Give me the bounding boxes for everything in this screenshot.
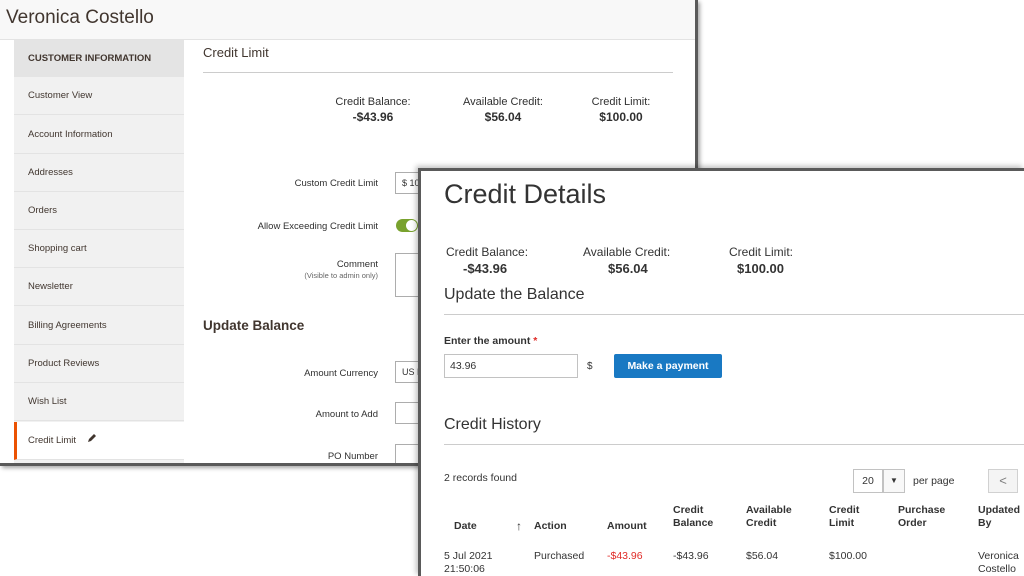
sidebar-item-credit-limit[interactable]: Credit Limit xyxy=(14,422,184,460)
column-header-credit-balance: Credit Balance xyxy=(673,504,714,529)
comment-sublabel: (Visible to admin only) xyxy=(304,271,378,280)
amount-currency-label: Amount Currency xyxy=(304,368,378,379)
per-page-label: per page xyxy=(913,475,955,487)
table-row-date: 5 Jul 2021 21:50:06 xyxy=(444,550,493,575)
sidebar-item-wish-list[interactable]: Wish List xyxy=(14,383,184,421)
sidebar-item-billing-agreements[interactable]: Billing Agreements xyxy=(14,307,184,345)
po-number-label: PO Number xyxy=(327,451,378,462)
page-size-dropdown-icon[interactable]: ▼ xyxy=(883,469,905,493)
admin-header: Veronica Costello xyxy=(0,0,695,40)
credit-history-heading: Credit History xyxy=(444,416,541,433)
amount-label: Enter the amount * xyxy=(444,335,537,347)
comment-label: Comment xyxy=(336,259,378,270)
update-balance-title: Update Balance xyxy=(203,318,305,333)
update-balance-divider xyxy=(444,314,1024,315)
sidebar-item-account-information[interactable]: Account Information xyxy=(14,116,184,154)
sidebar-title: CUSTOMER INFORMATION xyxy=(14,40,184,77)
table-row-credit-limit: $100.00 xyxy=(829,550,867,562)
records-found-count: 2 records found xyxy=(444,472,517,484)
amount-label-text: Enter the amount xyxy=(444,335,531,347)
customer-name-title: Veronica Costello xyxy=(6,7,154,28)
available-credit-label: Available Credit: xyxy=(463,96,543,108)
available-credit-value: $56.04 xyxy=(608,261,648,276)
credit-limit-value: $100.00 xyxy=(599,110,643,124)
credit-limit-label: Credit Limit: xyxy=(591,96,651,108)
sidebar-item-customer-view[interactable]: Customer View xyxy=(14,77,184,115)
required-mark: * xyxy=(533,335,538,347)
column-header-action: Action xyxy=(534,520,567,532)
sidebar-item-product-reviews[interactable]: Product Reviews xyxy=(14,345,184,383)
amount-to-add-label: Amount to Add xyxy=(315,409,378,420)
table-row-action: Purchased xyxy=(534,550,585,562)
table-row-amount: -$43.96 xyxy=(607,550,643,562)
page-size-select[interactable]: 20 xyxy=(853,469,883,493)
sort-ascending-icon[interactable]: ↑ xyxy=(516,519,522,533)
allow-exceeding-label: Allow Exceeding Credit Limit xyxy=(257,221,378,232)
section-title: Credit Limit xyxy=(203,45,269,60)
sidebar-item-orders[interactable]: Orders xyxy=(14,192,184,230)
sidebar-item-label: Credit Limit xyxy=(28,435,77,446)
credit-history-divider xyxy=(444,444,1024,445)
currency-symbol: $ xyxy=(587,361,593,372)
column-header-available-credit: Available Credit xyxy=(746,504,792,529)
previous-page-button[interactable]: < xyxy=(988,469,1018,493)
column-header-credit-limit: Credit Limit xyxy=(829,504,860,529)
customer-info-sidebar: CUSTOMER INFORMATION Customer View Accou… xyxy=(14,40,184,463)
custom-credit-limit-label: Custom Credit Limit xyxy=(294,178,378,189)
update-balance-heading: Update the Balance xyxy=(444,286,585,303)
amount-input[interactable]: 43.96 xyxy=(444,354,578,378)
available-credit-label: Available Credit: xyxy=(583,245,671,259)
credit-limit-label: Credit Limit: xyxy=(729,245,794,259)
table-row-updated-by: Veronica Costello xyxy=(978,550,1019,575)
column-header-date[interactable]: Date xyxy=(454,520,477,533)
sidebar-item-addresses[interactable]: Addresses xyxy=(14,154,184,192)
table-row-credit-balance: -$43.96 xyxy=(673,550,709,562)
sidebar-item-newsletter[interactable]: Newsletter xyxy=(14,268,184,306)
column-header-amount: Amount xyxy=(607,520,647,532)
page-title: Credit Details xyxy=(444,179,607,209)
pencil-icon xyxy=(87,422,97,460)
sidebar-item-shopping-cart[interactable]: Shopping cart xyxy=(14,230,184,268)
make-payment-button[interactable]: Make a payment xyxy=(614,354,722,378)
column-header-purchase-order: Purchase Order xyxy=(898,504,946,529)
credit-details-window: Credit Details Credit Balance: -$43.96 A… xyxy=(418,168,1024,576)
credit-balance-label: Credit Balance: xyxy=(446,245,529,259)
column-header-updated-by: Updated By xyxy=(978,504,1020,529)
credit-balance-label: Credit Balance: xyxy=(335,96,411,108)
available-credit-value: $56.04 xyxy=(484,110,522,124)
table-row-available-credit: $56.04 xyxy=(746,550,779,562)
toggle-knob xyxy=(406,220,417,231)
section-divider xyxy=(203,72,673,73)
credit-balance-value: -$43.96 xyxy=(463,261,508,276)
allow-exceeding-toggle[interactable] xyxy=(396,219,418,232)
credit-limit-value: $100.00 xyxy=(737,261,784,276)
credit-balance-value: -$43.96 xyxy=(352,110,394,124)
